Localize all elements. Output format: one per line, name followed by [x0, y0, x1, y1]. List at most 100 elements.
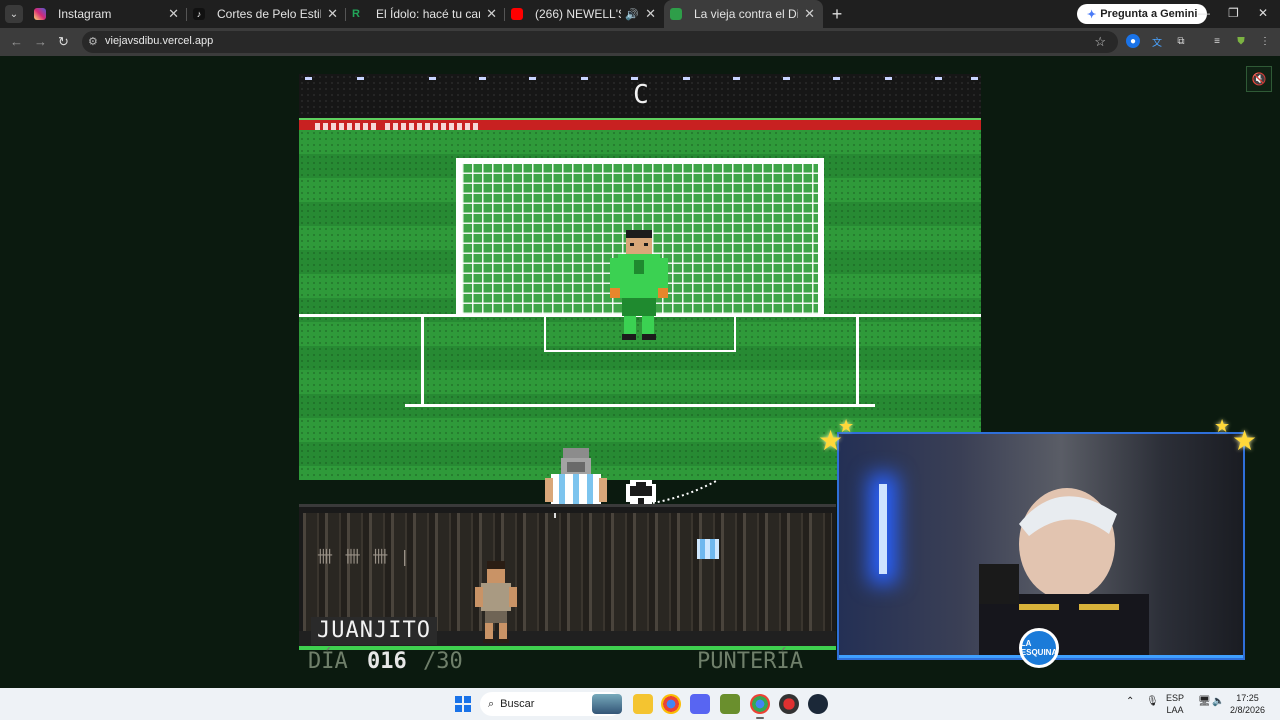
tab-label: La vieja contra el Dibu — [694, 7, 799, 21]
chrome-icon[interactable] — [661, 694, 681, 714]
obs-icon[interactable] — [779, 694, 799, 714]
minecraft-icon[interactable] — [720, 694, 740, 714]
extensions-puzzle-icon[interactable]: ⧉ — [1174, 34, 1188, 48]
close-icon[interactable]: ✕ — [168, 6, 179, 22]
more-menu-icon[interactable]: ⋮ — [1258, 34, 1272, 48]
tab-instagram[interactable]: Instagram ✕ — [28, 0, 187, 28]
pip-gap — [379, 123, 382, 130]
scoreboard-letter: C — [633, 80, 649, 110]
pip — [465, 123, 470, 130]
pip — [449, 123, 454, 130]
scoreboard-light — [429, 77, 436, 80]
mute-icon: 🔇 — [1251, 72, 1267, 86]
clock-time: 17:25 — [1236, 693, 1259, 703]
chevron-down-icon: ⌄ — [5, 5, 23, 23]
speaker-icon[interactable]: 🔊 — [625, 8, 639, 21]
six-yard-left-line — [544, 314, 546, 352]
network-icon[interactable]: 🖥 — [1198, 696, 1211, 707]
url-bar[interactable]: ⚙ viejavsdibu.vercel.app ☆ — [82, 31, 1118, 53]
pip — [355, 123, 360, 130]
argentina-flag-icon — [697, 539, 719, 559]
taskbar-search-placeholder: Buscar — [500, 698, 535, 710]
game-icon — [670, 8, 682, 20]
punteria-label: PUNTERÍA — [697, 649, 803, 674]
profile-shield-icon[interactable]: ⛊ — [1234, 34, 1248, 48]
minimize-icon[interactable]: — — [1198, 6, 1210, 20]
six-yard-right-line — [734, 314, 736, 352]
pip — [425, 123, 430, 130]
youtube-icon — [511, 8, 523, 20]
file-explorer-icon[interactable] — [633, 694, 653, 714]
la-esquina-logo-text: LA ESQUINA — [1020, 639, 1058, 657]
tab-label: El Ídolo: hacé tu carrera en la L — [376, 7, 481, 21]
tab-youtube[interactable]: (266) NEWELL'S 0 - BOCA 0 🔊 ✕ — [505, 0, 664, 28]
star-icon: ★ — [838, 416, 855, 436]
pip — [363, 123, 368, 130]
pip — [331, 123, 336, 130]
gemini-sparkle-icon: ✦ — [1087, 8, 1097, 21]
clock[interactable]: 17:25 2/8/2026 — [1230, 692, 1265, 716]
player-name-tag: JUANJITO — [311, 617, 437, 645]
close-icon[interactable]: ✕ — [804, 6, 815, 22]
chrome-profile-icon[interactable] — [750, 694, 770, 714]
restore-icon[interactable]: ❐ — [1228, 6, 1239, 20]
day-label: DÍA — [308, 649, 348, 674]
close-icon[interactable]: ✕ — [645, 6, 656, 22]
steam-icon[interactable] — [808, 694, 828, 714]
widget-landscape-icon[interactable] — [592, 694, 622, 714]
back-arrow-icon[interactable]: ← — [10, 34, 23, 49]
discord-icon[interactable] — [690, 694, 710, 714]
url-text[interactable]: viejavsdibu.vercel.app — [105, 35, 213, 47]
pip — [441, 123, 446, 130]
pip — [371, 123, 376, 130]
close-icon[interactable]: ✕ — [486, 6, 497, 22]
pitch[interactable] — [299, 130, 981, 548]
goalkeeper-sprite — [610, 230, 668, 340]
close-icon[interactable]: ✕ — [327, 6, 338, 22]
scoreboard-light — [733, 77, 740, 80]
windows-start-icon[interactable] — [455, 696, 471, 712]
stands-panel: 卌 卌 卌 | JUANJITO — [299, 504, 836, 647]
tab-label: (266) NEWELL'S 0 - BOCA 0 — [535, 7, 622, 21]
forward-arrow-icon[interactable]: → — [34, 34, 47, 49]
clock-date: 2/8/2026 — [1230, 705, 1266, 715]
language-indicator[interactable]: ESP LAA — [1166, 692, 1184, 716]
close-window-icon[interactable]: ✕ — [1258, 6, 1268, 20]
bookmark-star-icon[interactable]: ☆ — [1094, 34, 1106, 50]
power-meter — [299, 118, 981, 130]
tab-el-idolo[interactable]: R El Ídolo: hacé tu carrera en la L ✕ — [346, 0, 505, 28]
media-controls-icon[interactable]: ≡ — [1210, 34, 1224, 48]
tab-cortes-de-pelo[interactable]: ♪ Cortes de Pelo Estilo Pato y Nir ✕ — [187, 0, 346, 28]
pip — [401, 123, 406, 130]
scoreboard-light — [479, 77, 486, 80]
tab-label: Instagram — [58, 7, 112, 21]
stands-fence — [303, 513, 832, 631]
microphone-icon[interactable]: 🎙 — [1146, 696, 1159, 707]
pip — [409, 123, 414, 130]
new-tab-button[interactable]: + — [823, 4, 851, 25]
windows-taskbar: ⌕ Buscar ⌃ 🎙 ESP LAA 🖥 🔈 17:25 2/8/2026 — [0, 688, 1280, 720]
la-esquina-logo: LA ESQUINA — [1019, 628, 1059, 668]
volume-icon[interactable]: 🔈 — [1212, 696, 1224, 707]
scoreboard-light — [885, 77, 892, 80]
sound-toggle-button[interactable]: 🔇 — [1246, 66, 1272, 92]
site-info-icon[interactable]: ⚙ — [88, 35, 98, 48]
scoreboard-light — [683, 77, 690, 80]
tab-search-button[interactable]: ⌄ — [0, 0, 28, 28]
streamer-silhouette — [979, 488, 1149, 658]
scoreboard-light — [971, 77, 978, 80]
pip — [315, 123, 320, 130]
pip — [393, 123, 398, 130]
extension-blue-icon[interactable]: ● — [1126, 34, 1140, 48]
translate-icon[interactable]: 文 — [1150, 34, 1164, 49]
juanjito-sprite — [475, 561, 517, 643]
scoreboard-light — [305, 77, 312, 80]
pip — [433, 123, 438, 130]
streamer-webcam — [837, 432, 1245, 660]
scoreboard-light — [529, 77, 536, 80]
penalty-box-left-line — [421, 314, 424, 406]
reload-icon[interactable]: ↻ — [58, 34, 69, 50]
chevron-up-icon[interactable]: ⌃ — [1126, 696, 1134, 707]
tab-la-vieja-contra-el-dibu[interactable]: La vieja contra el Dibu ✕ — [664, 0, 823, 28]
gemini-button[interactable]: ✦ Pregunta a Gemini — [1077, 4, 1208, 24]
